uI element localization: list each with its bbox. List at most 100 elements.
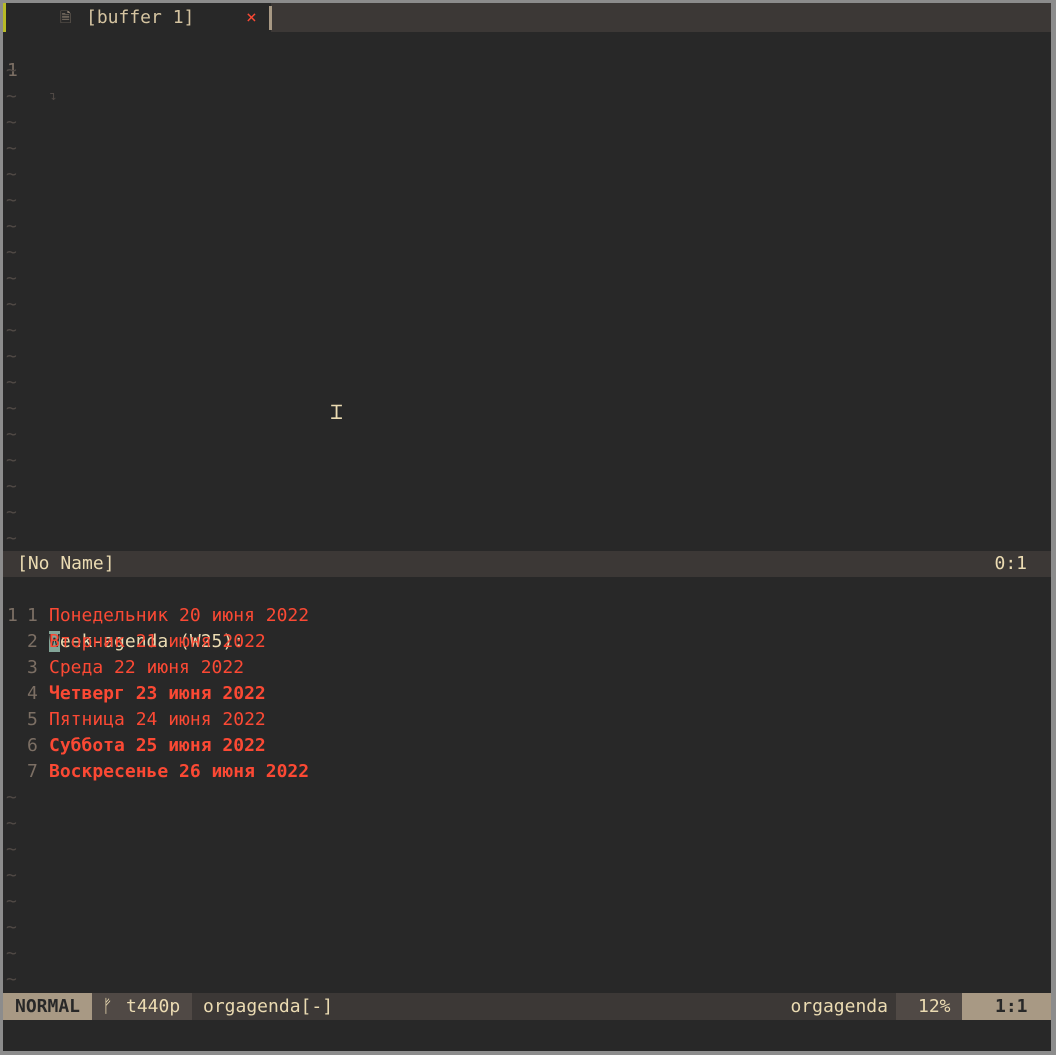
tilde-marker: ~ (6, 268, 17, 289)
tilde-marker: ~ (6, 164, 17, 185)
tilde-marker: ~ (6, 787, 17, 808)
mode-label: NORMAL (15, 996, 81, 1017)
agenda-day-label: Четверг 23 июня 2022 (49, 683, 266, 704)
agenda-day-row: 1 Понедельник 20 июня 2022 (3, 603, 1051, 629)
file-icon: 🗎 (60, 10, 72, 26)
agenda-day-label: Воскресенье 26 июня 2022 (49, 761, 310, 782)
agenda-day-row: 3 Среда 22 июня 2022 (3, 655, 1051, 681)
empty-line: ~ (3, 344, 1051, 370)
empty-line: ~ (3, 448, 1051, 474)
tilde-marker: ~ (6, 346, 17, 367)
empty-line: ~ (3, 915, 1051, 941)
tilde-marker: ~ (6, 839, 17, 860)
empty-line: ~ (3, 266, 1051, 292)
scroll-percent: 12% (918, 996, 951, 1017)
empty-line: ~ (3, 785, 1051, 811)
mode-indicator: NORMAL (3, 993, 92, 1020)
tilde-marker: ~ (6, 502, 17, 523)
cursor-position-segment: 1:1 (962, 993, 1051, 1020)
inactive-status-line[interactable]: [No Name] 0:1 (3, 551, 1051, 577)
agenda-pane[interactable]: 1 Week-agenda (W25): 1 Понедельник 20 июн… (3, 577, 1051, 993)
mouse-ibeam-icon: Ɪ (331, 400, 343, 424)
cursor-position: 0:1 (994, 553, 1027, 574)
tilde-marker: ~ (6, 528, 17, 549)
tilde-marker: ~ (6, 917, 17, 938)
empty-line: ~ (3, 84, 1051, 110)
relative-line-number: 4 (27, 683, 38, 704)
editor-window: 🗎 [buffer 1] × 1 ↴ ~ ~ ~ ~ ~ ~ ~ ~ ~ ~ ~ ~ ~ ~ ~ ~ ~ ~ ~ [… (3, 3, 1051, 1051)
agenda-header-line: 1 Week-agenda (W25): (3, 577, 1051, 652)
tilde-marker: ~ (6, 398, 17, 419)
active-status-line: NORMAL ᚠ t440p orgagenda[-] orgagenda 12… (3, 993, 1051, 1020)
tilde-marker: ~ (6, 294, 17, 315)
relative-line-number: 1 (27, 605, 38, 626)
relative-line-number: 6 (27, 735, 38, 756)
tilde-marker: ~ (6, 138, 17, 159)
empty-line: ~ (3, 240, 1051, 266)
close-icon[interactable]: × (246, 6, 257, 30)
tilde-marker: ~ (6, 242, 17, 263)
agenda-day-row: 2 Вторник 21 июня 2022 (3, 629, 1051, 655)
tilde-marker: ~ (6, 60, 17, 81)
cursor-position: 1:1 (995, 996, 1028, 1017)
tilde-marker: ~ (6, 891, 17, 912)
relative-line-number: 2 (27, 631, 38, 652)
tilde-marker: ~ (6, 320, 17, 341)
git-branch-label: t440p (126, 996, 181, 1017)
tilde-marker: ~ (6, 86, 17, 107)
agenda-day-label: Суббота 25 июня 2022 (49, 735, 266, 756)
agenda-day-row: 4 Четверг 23 июня 2022 (3, 681, 1051, 707)
tilde-marker: ~ (6, 476, 17, 497)
git-branch-icon: ᚠ (102, 996, 113, 1017)
empty-line: ~ (3, 967, 1051, 993)
empty-line: ~ (3, 837, 1051, 863)
scroll-percent-segment: 12% (896, 993, 962, 1020)
empty-line: ~ (3, 136, 1051, 162)
tilde-marker: ~ (6, 190, 17, 211)
empty-line: ~ (3, 474, 1051, 500)
tilde-marker: ~ (6, 112, 17, 133)
buffer-name: [No Name] (17, 553, 115, 574)
empty-line: ~ (3, 58, 1051, 84)
agenda-day-row: 7 Воскресенье 26 июня 2022 (3, 759, 1051, 785)
empty-line: ~ (3, 889, 1051, 915)
agenda-day-label: Пятница 24 июня 2022 (49, 709, 266, 730)
empty-line: ~ (3, 188, 1051, 214)
file-type: orgagenda (790, 996, 888, 1017)
empty-line: ~ (3, 110, 1051, 136)
agenda-day-label: Вторник 21 июня 2022 (49, 631, 266, 652)
tilde-marker: ~ (6, 424, 17, 445)
tab-buffer-1[interactable]: 🗎 [buffer 1] × (3, 3, 271, 32)
agenda-day-label: Среда 22 июня 2022 (49, 657, 245, 678)
empty-line: ~ (3, 422, 1051, 448)
relative-line-number: 5 (27, 709, 38, 730)
tab-title: [buffer 1] (86, 7, 195, 28)
empty-line: ~ (3, 526, 1051, 552)
relative-line-number: 3 (27, 657, 38, 678)
empty-line: ~ (3, 941, 1051, 967)
tilde-marker: ~ (6, 813, 17, 834)
empty-line: ~ (3, 214, 1051, 240)
command-line[interactable] (3, 1020, 1051, 1051)
agenda-day-label: Понедельник 20 июня 2022 (49, 605, 310, 626)
top-editor-pane[interactable]: 1 ↴ ~ ~ ~ ~ ~ ~ ~ ~ ~ ~ ~ ~ ~ ~ ~ ~ ~ ~ ~ (3, 32, 1051, 551)
tab-separator (269, 6, 272, 30)
empty-line: ~ (3, 863, 1051, 889)
empty-line: ~ (3, 396, 1051, 422)
tilde-marker: ~ (6, 450, 17, 471)
empty-line: ~ (3, 370, 1051, 396)
empty-line: ~ (3, 500, 1051, 526)
empty-line: ~ (3, 162, 1051, 188)
tilde-marker: ~ (6, 969, 17, 990)
tab-line: 🗎 [buffer 1] × (3, 3, 1051, 32)
agenda-day-row: 6 Суббота 25 июня 2022 (3, 733, 1051, 759)
relative-line-number: 7 (27, 761, 38, 782)
empty-line: ~ (3, 811, 1051, 837)
empty-line: ~ (3, 318, 1051, 344)
tilde-marker: ~ (6, 372, 17, 393)
buffer-line: 1 ↴ (3, 32, 1051, 104)
file-name: orgagenda[-] (203, 996, 334, 1017)
git-branch-segment: ᚠ t440p (92, 993, 192, 1020)
agenda-day-row: 5 Пятница 24 июня 2022 (3, 707, 1051, 733)
empty-line: ~ (3, 292, 1051, 318)
